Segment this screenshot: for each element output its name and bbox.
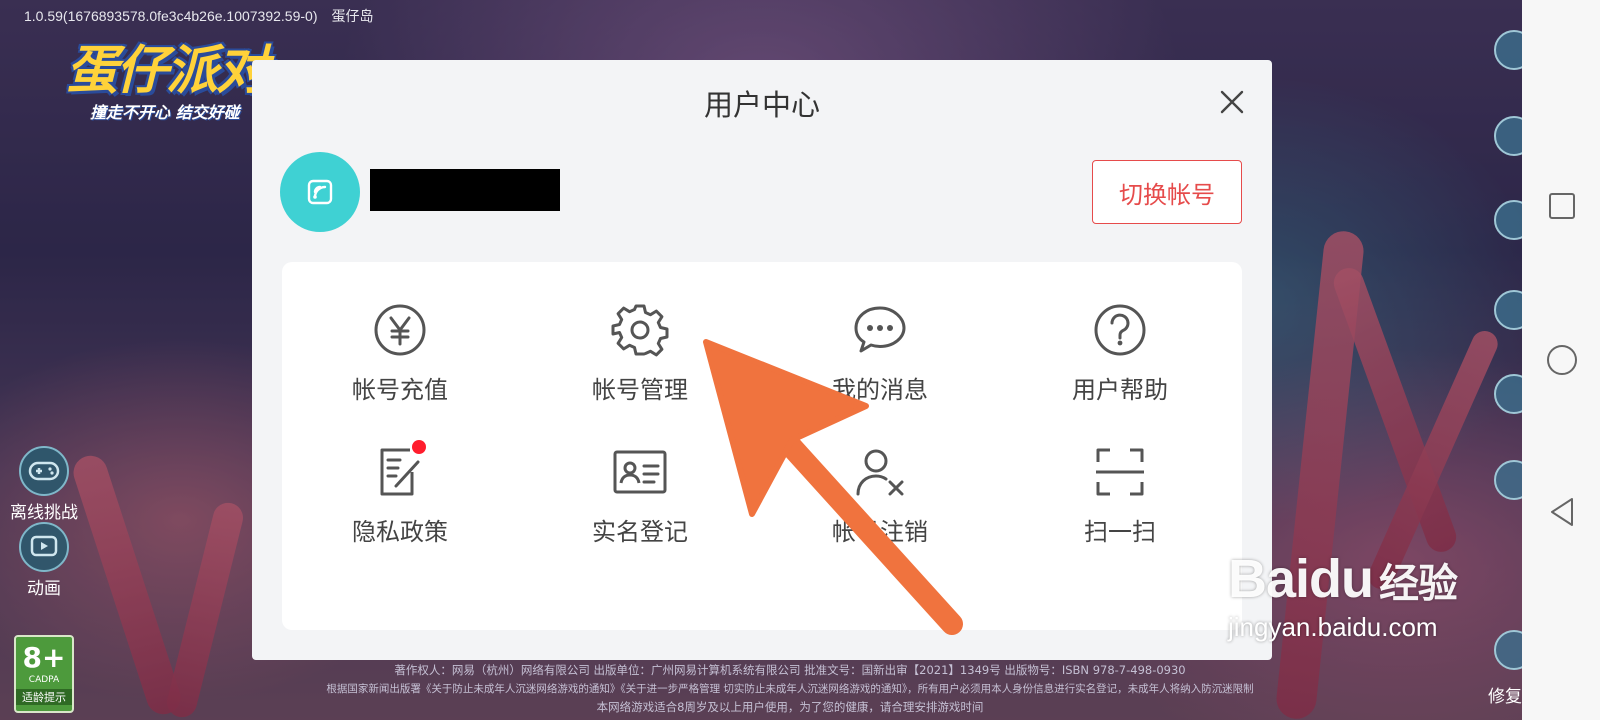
offline-challenge-button[interactable]: 离线挑战 xyxy=(6,446,82,523)
age-rating-org: CADPA xyxy=(28,675,60,685)
home-button[interactable] xyxy=(1546,344,1578,376)
watermark-brand: 经验 xyxy=(1379,562,1458,606)
close-button[interactable] xyxy=(1214,84,1250,120)
grid-item-label: 帐号注销 xyxy=(832,518,928,546)
dialog-title: 用户中心 xyxy=(703,88,820,122)
notification-dot xyxy=(412,440,426,454)
switch-account-button[interactable]: 切换帐号 xyxy=(1092,160,1242,224)
age-rating-label: 适龄提示 xyxy=(16,689,72,705)
grid-item-label: 实名登记 xyxy=(592,518,688,546)
close-icon xyxy=(1220,90,1244,114)
grid-item-help[interactable]: 用户帮助 xyxy=(1010,300,1230,430)
user-center-dialog: 用户中心 切换帐号 帐号充值 帐号管理 我的消息 用户帮助 隐私政策 实名登记 … xyxy=(252,60,1272,660)
yen-icon xyxy=(370,300,430,360)
recent-apps-button[interactable] xyxy=(1546,190,1578,222)
avatar-logo-icon xyxy=(307,179,333,205)
grid-item-recharge[interactable]: 帐号充值 xyxy=(290,300,510,430)
grid-item-label: 隐私政策 xyxy=(352,518,448,546)
grid-item-privacy-policy[interactable]: 隐私政策 xyxy=(290,440,510,572)
footer-line: 本网络游戏适合8周岁及以上用户使用，为了您的健康，请合理安排游戏时间 xyxy=(596,700,984,714)
age-rating-badge: 8+ CADPA 适龄提示 xyxy=(14,635,74,713)
grid-item-account-manage[interactable]: 帐号管理 xyxy=(530,300,750,430)
watermark-logo: Baidu 经验 xyxy=(1228,548,1538,610)
grid-item-label: 我的消息 xyxy=(832,376,928,404)
function-grid: 帐号充值 帐号管理 我的消息 用户帮助 隐私政策 实名登记 帐号注销 扫一扫 xyxy=(282,262,1242,630)
grid-item-account-cancel[interactable]: 帐号注销 xyxy=(770,442,990,572)
gamepad-icon xyxy=(19,446,69,496)
grid-item-scan[interactable]: 扫一扫 xyxy=(1010,442,1230,572)
circle-icon xyxy=(1547,345,1577,375)
grid-item-messages[interactable]: 我的消息 xyxy=(770,300,990,430)
animation-button[interactable]: 动画 xyxy=(6,522,82,599)
scan-icon xyxy=(1090,442,1150,502)
grid-item-label: 用户帮助 xyxy=(1072,376,1168,404)
grid-item-real-name[interactable]: 实名登记 xyxy=(530,442,750,572)
policy-icon xyxy=(370,440,430,502)
back-button[interactable] xyxy=(1546,496,1578,528)
play-icon xyxy=(19,522,69,572)
footer-line: 根据国家新闻出版署《关于防止未成年人沉迷网络游戏的通知》《关于进一步严格管理 切… xyxy=(326,683,1254,695)
gear-icon xyxy=(610,300,670,360)
user-remove-icon xyxy=(850,442,910,502)
offline-challenge-label: 离线挑战 xyxy=(10,503,78,523)
grid-item-label: 帐号管理 xyxy=(592,376,688,404)
square-icon xyxy=(1549,193,1575,219)
id-card-icon xyxy=(610,442,670,502)
help-icon xyxy=(1090,300,1150,360)
username-redacted xyxy=(370,169,560,211)
avatar xyxy=(280,152,360,232)
watermark-url: jingyan.baidu.com xyxy=(1228,612,1438,642)
footer-line: 著作权人：网易（杭州）网络有限公司 出版单位：广州网易计算机系统有限公司 批准文… xyxy=(394,663,1186,677)
version-text: 1.0.59(1676893578.0fe3c4b26e.1007392.59-… xyxy=(24,8,374,24)
watermark-logo-text: Baidu xyxy=(1228,549,1374,609)
animation-label: 动画 xyxy=(27,579,61,599)
age-rating-value: 8+ xyxy=(22,641,66,674)
triangle-back-icon xyxy=(1551,498,1573,526)
baidu-watermark: Baidu 经验 jingyan.baidu.com xyxy=(1228,548,1538,688)
grid-item-label: 帐号充值 xyxy=(352,376,448,404)
message-icon xyxy=(850,300,910,360)
grid-item-label: 扫一扫 xyxy=(1084,518,1156,546)
